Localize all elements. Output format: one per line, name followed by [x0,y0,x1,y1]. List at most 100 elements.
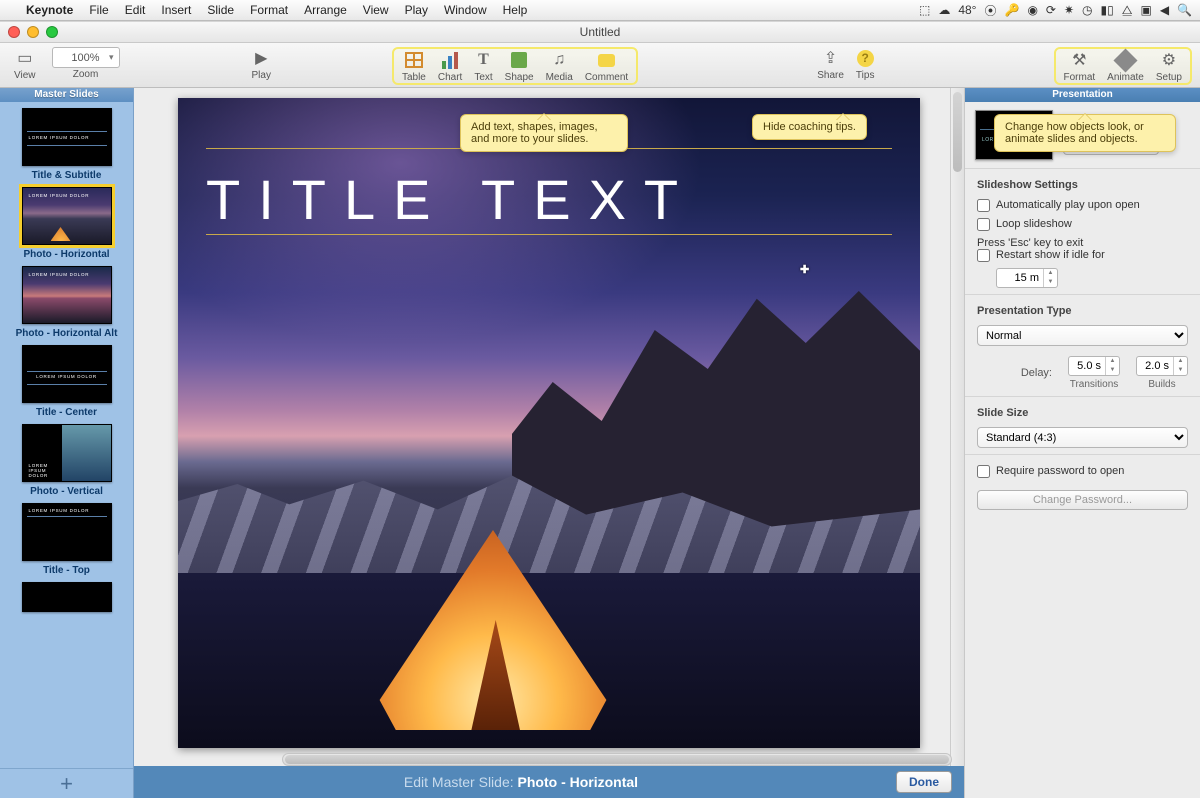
menu-view[interactable]: View [355,3,397,17]
display-icon[interactable]: ▣ [1140,3,1151,17]
slide-size-select[interactable]: Standard (4:3) [977,427,1188,448]
animate-button[interactable]: Animate [1101,49,1150,83]
presentation-type-section: Presentation Type Normal Delay: ▲▼ Trans… [965,295,1200,397]
canvas-horizontal-scrollbar[interactable] [282,753,952,766]
play-label: Play [252,70,271,81]
transitions-delay-stepper[interactable]: ▲▼ [1068,356,1120,376]
master-thumb-photo-vertical[interactable]: LOREM IPSUM DOLOR Photo - Vertical [0,424,133,497]
coaching-tip-hide[interactable]: Hide coaching tips. [752,114,867,140]
menu-format[interactable]: Format [242,3,296,17]
loop-checkbox[interactable] [977,218,990,231]
minimize-button[interactable] [27,26,39,38]
sync-icon[interactable]: ⟳ [1046,3,1056,17]
share-button[interactable]: ⇪ Share [811,47,850,81]
comment-button[interactable]: Comment [579,49,634,83]
table-label: Table [402,72,426,83]
stepper-up-icon[interactable]: ▲ [1106,357,1119,366]
stepper-up-icon[interactable]: ▲ [1174,357,1187,366]
menu-insert[interactable]: Insert [153,3,199,17]
master-thumb-title-center[interactable]: LOREM IPSUM DOLOR Title - Center [0,345,133,418]
view-button[interactable]: ▭ View [8,47,42,81]
coaching-tip-inspector[interactable]: Change how objects look, or animate slid… [994,114,1176,152]
done-button[interactable]: Done [896,771,952,793]
volume-icon[interactable]: ◀ [1160,3,1169,17]
transitions-delay-value[interactable] [1069,360,1105,372]
view-label: View [14,70,36,81]
comment-icon [598,49,615,71]
master-thumb-title-top[interactable]: LOREM IPSUM DOLOR Title - Top [0,503,133,576]
menu-play[interactable]: Play [397,3,436,17]
master-thumb-photo-horizontal-alt[interactable]: LOREM IPSUM DOLOR Photo - Horizontal Alt [0,266,133,339]
table-button[interactable]: Table [396,49,432,83]
restart-idle-value[interactable] [997,272,1043,284]
slide-size-header: Slide Size [977,407,1188,419]
stepper-up-icon[interactable]: ▲ [1044,269,1057,278]
inspector-tab-presentation[interactable]: Presentation [965,88,1200,102]
restart-idle-stepper[interactable]: ▲▼ [996,268,1058,288]
play-button[interactable]: ▶ Play [246,47,277,81]
text-label: Text [474,72,492,83]
master-thumb-photo-horizontal[interactable]: LOREM IPSUM DOLOR Photo - Horizontal [0,187,133,260]
rss-icon[interactable]: ⦿ [984,2,996,19]
setup-button[interactable]: ⚙ Setup [1150,49,1188,83]
key-icon[interactable]: 🔑 [1004,3,1019,17]
dropbox-icon[interactable]: ⬚ [919,3,930,17]
tips-label: Tips [856,70,875,81]
menu-window[interactable]: Window [436,3,495,17]
canvas-area: BODY LEVEL ONE BODY LEVEL TWO TITLE TEXT… [134,88,964,798]
thumb-label: Photo - Vertical [30,486,103,497]
media-label: Media [546,72,573,83]
presentation-type-select[interactable]: Normal [977,325,1188,346]
auto-play-label: Automatically play upon open [996,199,1140,211]
spotlight-icon[interactable]: 🔍 [1177,3,1192,17]
tips-button[interactable]: ? Tips [850,47,881,81]
user-icon[interactable]: ◉ [1027,3,1037,17]
builds-delay-value[interactable] [1137,360,1173,372]
format-button[interactable]: ⚒ Format [1058,49,1102,83]
close-button[interactable] [8,26,20,38]
stepper-down-icon[interactable]: ▼ [1106,366,1119,375]
master-thumb-extra[interactable] [0,582,133,612]
delay-label: Delay: [1021,367,1052,379]
menu-arrange[interactable]: Arrange [296,3,355,17]
zoom-button[interactable] [46,26,58,38]
stepper-down-icon[interactable]: ▼ [1044,278,1057,287]
text-icon: T [478,49,489,71]
builds-delay-stepper[interactable]: ▲▼ [1136,356,1188,376]
slide-canvas[interactable]: BODY LEVEL ONE BODY LEVEL TWO TITLE TEXT… [178,98,920,748]
title-text-placeholder[interactable]: TITLE TEXT [206,167,892,232]
zoom-label: Zoom [73,69,99,80]
media-button[interactable]: ♫ Media [540,49,579,83]
menu-help[interactable]: Help [495,3,536,17]
wifi-icon[interactable]: ⧋ [1122,3,1133,18]
master-thumb-title-subtitle[interactable]: LOREM IPSUM DOLOR Title & Subtitle [0,108,133,181]
coaching-tip-insert[interactable]: Add text, shapes, images, and more to yo… [460,114,628,152]
menu-file[interactable]: File [81,3,116,17]
chart-button[interactable]: Chart [432,49,468,83]
menu-app[interactable]: Keynote [18,3,81,17]
insert-tool-group: Table Chart T Text Shape ♫ Media Comment [392,47,638,85]
change-password-button[interactable]: Change Password... [977,490,1188,510]
menu-slide[interactable]: Slide [199,3,242,17]
battery-icon[interactable]: ▮▯ [1101,3,1114,17]
shape-icon [511,49,527,71]
zoom-dropdown[interactable]: 100% Zoom [46,47,126,80]
add-slide-button[interactable]: + [0,768,133,798]
menu-edit[interactable]: Edit [117,3,154,17]
canvas-scroll[interactable]: BODY LEVEL ONE BODY LEVEL TWO TITLE TEXT… [134,88,964,766]
view-icon: ▭ [17,47,32,69]
gear-icon[interactable]: ✷ [1064,3,1074,17]
slideshow-settings-section: Slideshow Settings Automatically play up… [965,169,1200,295]
require-password-checkbox[interactable] [977,465,990,478]
text-button[interactable]: T Text [468,49,498,83]
weather-icon[interactable]: ☁ [938,3,950,17]
stepper-down-icon[interactable]: ▼ [1174,366,1187,375]
shape-button[interactable]: Shape [499,49,540,83]
clock-icon[interactable]: ◷ [1082,3,1092,17]
thumb-label: Title - Center [36,407,97,418]
transitions-caption: Transitions [1070,379,1119,390]
main-body: Master Slides LOREM IPSUM DOLOR Title & … [0,88,1200,798]
canvas-vertical-scrollbar[interactable] [950,88,964,766]
restart-checkbox[interactable] [977,249,990,262]
auto-play-checkbox[interactable] [977,199,990,212]
